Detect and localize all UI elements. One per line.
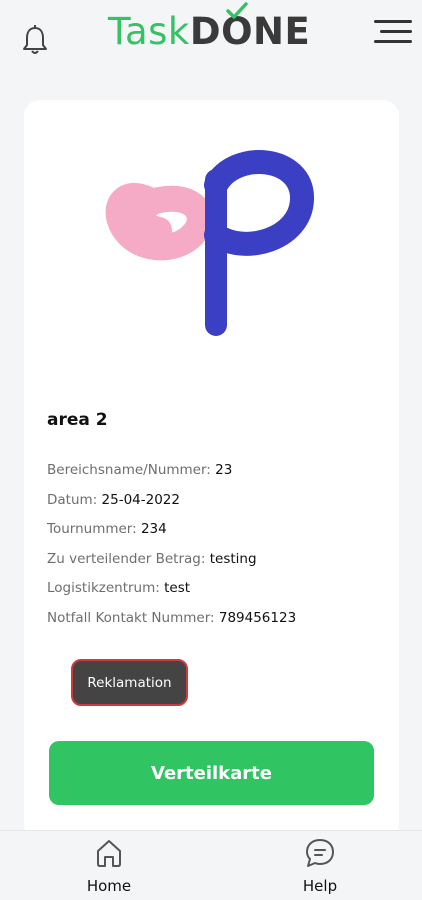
info-label: Bereichsname/Nummer:	[47, 462, 211, 478]
info-row-logistikzentrum: Logistikzentrum: test	[47, 580, 296, 610]
chat-bubble-icon	[306, 839, 334, 867]
info-row-bereich: Bereichsname/Nummer: 23	[47, 462, 296, 492]
info-row-tournummer: Tournummer: 234	[47, 521, 296, 551]
info-value: 25-04-2022	[101, 491, 180, 508]
area-title: area 2	[47, 410, 108, 430]
info-value: testing	[209, 550, 257, 567]
home-icon	[97, 840, 121, 867]
info-label: Datum:	[47, 491, 98, 508]
area-card: area 2 Bereichsname/Nummer: 23 Datum: 25…	[24, 100, 399, 840]
app-logo: Task DONE	[108, 2, 311, 60]
nav-home-label: Home	[86, 877, 132, 895]
checkmark-icon	[226, 2, 248, 19]
area-logo-image	[105, 150, 314, 336]
reklamation-button[interactable]: Reklamation	[71, 659, 188, 706]
nav-help[interactable]: Help	[280, 837, 360, 897]
bell-icon[interactable]	[20, 24, 50, 56]
nav-help-label: Help	[302, 877, 338, 895]
info-value: 23	[215, 462, 233, 478]
info-value: 234	[140, 521, 167, 537]
info-row-notfall-kontakt: Notfall Kontakt Nummer: 789456123	[47, 610, 296, 640]
logo-task-text: Task	[108, 10, 190, 53]
info-row-datum: Datum: 25-04-2022	[47, 492, 296, 522]
info-value: 789456123	[218, 609, 297, 626]
info-value: test	[164, 580, 191, 596]
app-header: Task DONE	[0, 0, 422, 80]
logo-done-text: DONE	[189, 2, 311, 53]
info-row-betrag: Zu verteilender Betrag: testing	[47, 551, 296, 581]
verteilkarte-button[interactable]: Verteilkarte	[49, 741, 374, 805]
logo-done-label: DONE	[189, 10, 311, 53]
info-label: Logistikzentrum:	[47, 580, 160, 596]
bottom-nav: Home Help	[0, 830, 422, 900]
nav-home[interactable]: Home	[69, 837, 149, 897]
hamburger-menu-icon[interactable]	[374, 20, 412, 46]
info-label: Notfall Kontakt Nummer:	[47, 609, 215, 626]
info-label: Zu verteilender Betrag:	[47, 550, 206, 567]
area-info-list: Bereichsname/Nummer: 23 Datum: 25-04-202…	[47, 462, 296, 639]
info-label: Tournummer:	[47, 521, 137, 537]
